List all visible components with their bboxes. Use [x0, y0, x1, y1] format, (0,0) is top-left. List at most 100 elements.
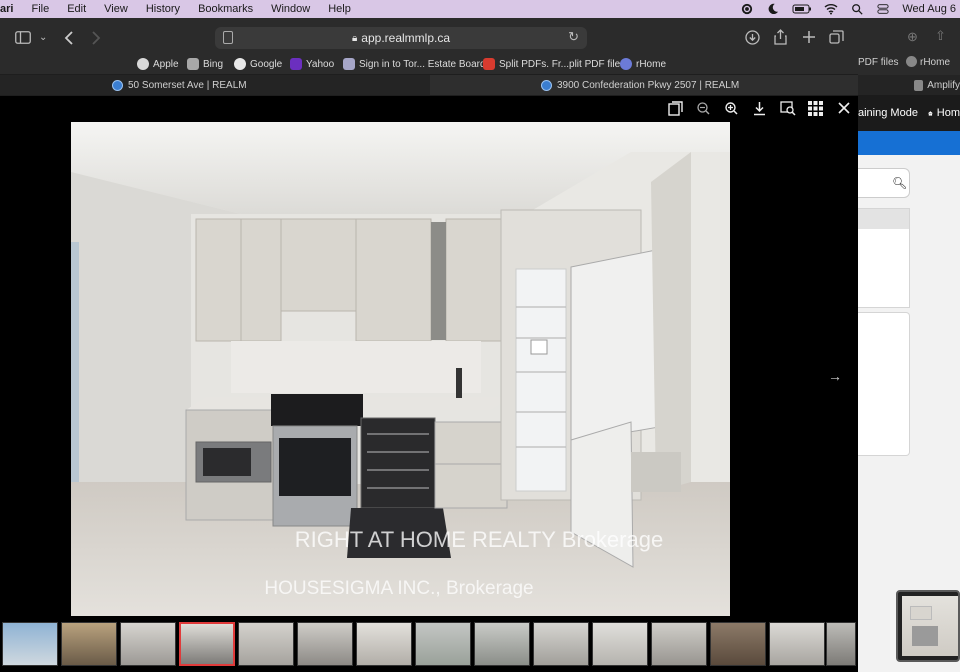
bg-nav-text: aining Mode — [858, 107, 918, 119]
kitchen-illustration — [71, 122, 730, 616]
menu-view[interactable]: View — [95, 3, 137, 15]
favorite-trreb[interactable]: Sign in to Tor... Estate Board — [343, 58, 486, 70]
tab-somerset[interactable]: 50 Somerset Ave | REALM — [112, 75, 247, 95]
bg-downloads-icon: ⊕ — [907, 29, 918, 44]
thumbnail-1[interactable] — [2, 622, 58, 666]
share-icon[interactable] — [774, 29, 787, 45]
bg-blue-band — [858, 131, 960, 155]
thumbnail-5[interactable] — [238, 622, 294, 666]
status-area: Wed Aug 6 — [740, 0, 960, 18]
favorite-splitpdf[interactable]: Split PDFs. Fr...plit PDF files — [483, 58, 625, 70]
favorite-rhome[interactable]: rHome — [620, 58, 666, 70]
close-icon[interactable] — [838, 102, 850, 114]
downloads-icon[interactable] — [745, 30, 760, 45]
bg-tab-label: Amplify — [927, 79, 960, 91]
zoom-out-icon[interactable] — [697, 102, 710, 115]
bg-fav-pdf: PDF files — [858, 57, 899, 68]
favorite-label: Yahoo — [306, 58, 335, 70]
thumbnail-8[interactable] — [415, 622, 471, 666]
photo-viewer: → HOUSESIGMA INC., Brokerage — [0, 96, 858, 672]
browser-toolbar: ⌄ 🔒︎ app.realmmlp.ca ↻ — [0, 18, 858, 58]
favorite-google[interactable]: Google — [234, 58, 282, 70]
favorites-bar: Apple Bing Google Yahoo Sign in to Tor..… — [0, 54, 858, 74]
menu-bookmarks[interactable]: Bookmarks — [189, 3, 262, 15]
favorite-yahoo[interactable]: Yahoo — [290, 58, 334, 70]
menu-help[interactable]: Help — [319, 3, 360, 15]
bg-thumbnail — [896, 590, 960, 662]
thumbnail-15[interactable] — [826, 622, 856, 666]
bg-tab: Amplify — [858, 75, 960, 95]
back-icon[interactable] — [64, 31, 74, 45]
board-icon — [343, 58, 355, 70]
pdf-icon — [483, 58, 495, 70]
favorite-label: Split PDFs. Fr...plit PDF files — [499, 58, 626, 70]
thumbnail-14[interactable] — [769, 622, 825, 666]
next-arrow-icon[interactable]: → — [828, 368, 842, 384]
reload-icon[interactable]: ↻ — [568, 29, 579, 45]
favorite-label: Apple — [153, 58, 179, 70]
sidebar-toggle-icon[interactable] — [15, 31, 31, 44]
thumbnail-12[interactable] — [651, 622, 707, 666]
grid-icon[interactable] — [808, 101, 823, 116]
menu-file[interactable]: File — [22, 3, 58, 15]
thumbnail-11[interactable] — [592, 622, 648, 666]
photo-watermark: HOUSESIGMA INC., Brokerage — [264, 578, 534, 599]
listing-photo — [71, 122, 730, 616]
thumbnail-10[interactable] — [533, 622, 589, 666]
google-icon — [234, 58, 246, 70]
home-icon — [928, 110, 933, 116]
bg-share-icon: ⇧ — [935, 28, 946, 43]
menu-app-name[interactable]: ari — [0, 3, 22, 15]
menu-window[interactable]: Window — [262, 3, 319, 15]
grammarly-icon[interactable] — [740, 3, 754, 15]
tab-overview-icon[interactable] — [829, 30, 844, 45]
bg-card — [858, 208, 910, 308]
bg-card — [858, 312, 910, 456]
search-icon: 🔍︎ — [892, 176, 908, 190]
menu-bar: ari File Edit View History Bookmarks Win… — [0, 0, 960, 18]
zoom-in-icon[interactable] — [725, 102, 738, 115]
tab-label: 50 Somerset Ave | REALM — [128, 79, 247, 91]
wifi-icon[interactable] — [824, 3, 838, 15]
thumbnail-6[interactable] — [297, 622, 353, 666]
tab-label: 3900 Confederation Pkwy 2507 | REALM — [557, 79, 740, 91]
download-icon[interactable] — [753, 101, 766, 116]
rhome-icon — [906, 56, 917, 67]
background-window: ⊕ ⇧ PDF files rHome Amplify aining Mode … — [858, 18, 960, 672]
control-center-icon[interactable] — [876, 3, 890, 15]
favorite-label: rHome — [636, 58, 667, 70]
new-tab-icon[interactable] — [802, 30, 816, 44]
favorite-bing[interactable]: Bing — [187, 58, 223, 70]
address-bar[interactable]: 🔒︎ app.realmmlp.ca ↻ — [215, 27, 587, 49]
bg-navbar: aining Mode Hom — [858, 95, 960, 131]
chevron-down-icon[interactable]: ⌄ — [39, 32, 47, 43]
apple-icon — [137, 58, 149, 70]
bing-icon — [187, 58, 199, 70]
url-text: app.realmmlp.ca — [361, 31, 451, 45]
menu-edit[interactable]: Edit — [58, 3, 95, 15]
menu-clock[interactable]: Wed Aug 6 — [902, 3, 956, 15]
favorite-apple[interactable]: Apple — [137, 58, 179, 70]
image-search-icon[interactable] — [780, 101, 796, 116]
battery-icon[interactable] — [792, 3, 812, 15]
favorite-label: Google — [250, 58, 283, 70]
yahoo-icon — [290, 58, 302, 70]
realm-icon — [541, 79, 552, 91]
favorite-label: Bing — [203, 58, 224, 70]
thumbnails-toggle-icon[interactable] — [668, 101, 683, 116]
rhome-icon — [620, 58, 632, 70]
thumbnail-3[interactable] — [120, 622, 176, 666]
thumbnail-9[interactable] — [474, 622, 530, 666]
thumbnail-4[interactable] — [179, 622, 235, 666]
thumbnail-2[interactable] — [61, 622, 117, 666]
tab-confederation[interactable]: 3900 Confederation Pkwy 2507 | REALM — [430, 75, 858, 95]
reader-icon[interactable] — [223, 31, 233, 44]
menu-history[interactable]: History — [137, 3, 189, 15]
spotlight-search-icon[interactable] — [850, 3, 864, 15]
thumbnail-13[interactable] — [710, 622, 766, 666]
lock-icon: 🔒︎ — [351, 32, 358, 44]
thumbnail-7[interactable] — [356, 622, 412, 666]
moon-icon[interactable] — [766, 3, 780, 15]
tab-bar: 50 Somerset Ave | REALM 3900 Confederati… — [0, 75, 858, 95]
forward-icon[interactable] — [91, 31, 101, 45]
